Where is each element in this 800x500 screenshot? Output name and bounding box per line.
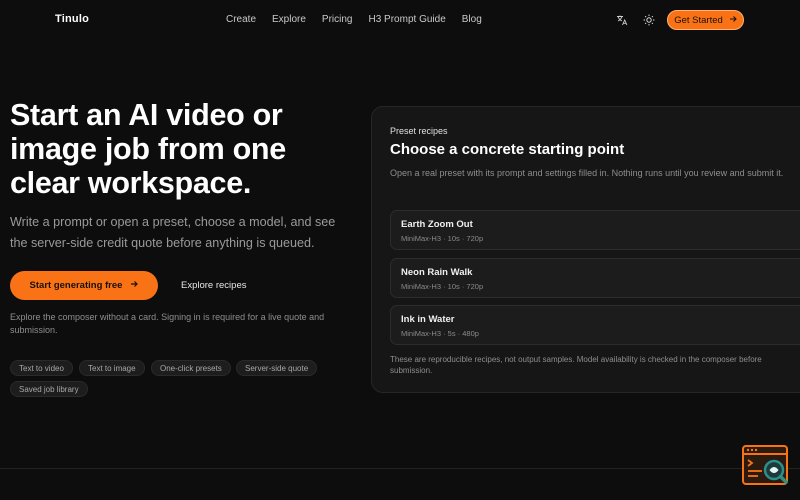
recipe-name: Neon Rain Walk bbox=[401, 267, 473, 278]
hero-note: Explore the composer without a card. Sig… bbox=[10, 312, 325, 335]
nav-blog[interactable]: Blog bbox=[462, 14, 482, 25]
recipe-meta: MiniMax-H3 · 10s · 720p bbox=[401, 234, 484, 243]
hero-subtitle: Write a prompt or open a preset, choose … bbox=[10, 215, 336, 250]
hero-title: Start an AI video or image job from one … bbox=[10, 98, 286, 200]
recipe-meta: MiniMax-H3 · 10s · 720p bbox=[401, 282, 484, 291]
start-generating-label: Start generating free bbox=[29, 280, 123, 291]
recipe-card-earth-zoom-out[interactable]: Earth Zoom Out MiniMax-H3 · 10s · 720p bbox=[390, 210, 800, 250]
recipe-meta: MiniMax-H3 · 5s · 480p bbox=[401, 329, 479, 338]
recipe-card-neon-rain-walk[interactable]: Neon Rain Walk MiniMax-H3 · 10s · 720p bbox=[390, 258, 800, 298]
start-generating-button[interactable]: Start generating free bbox=[10, 271, 158, 300]
top-header: Tinulo Create Explore Pricing H3 Prompt … bbox=[0, 0, 800, 40]
panel-title: Choose a concrete starting point bbox=[390, 141, 625, 158]
tag-saved-job-library: Saved job library bbox=[10, 381, 88, 397]
recipe-name: Earth Zoom Out bbox=[401, 219, 473, 230]
recipe-card-ink-in-water[interactable]: Ink in Water MiniMax-H3 · 5s · 480p bbox=[390, 305, 800, 345]
arrow-right-icon bbox=[130, 280, 139, 291]
tag-text-to-image: Text to image bbox=[79, 360, 145, 376]
panel-description: Open a real preset with its prompt and s… bbox=[390, 168, 784, 178]
nav-pricing[interactable]: Pricing bbox=[322, 14, 353, 25]
explore-recipes-link[interactable]: Explore recipes bbox=[181, 280, 246, 291]
recipe-name: Ink in Water bbox=[401, 314, 455, 325]
translate-icon[interactable] bbox=[615, 13, 629, 27]
code-review-icon[interactable] bbox=[742, 445, 790, 489]
brand-logo[interactable]: Tinulo bbox=[55, 13, 89, 25]
tag-text-to-video: Text to video bbox=[10, 360, 73, 376]
get-started-label: Get Started bbox=[674, 14, 723, 26]
tag-one-click-presets: One-click presets bbox=[151, 360, 231, 376]
panel-eyebrow: Preset recipes bbox=[390, 126, 448, 136]
get-started-button[interactable]: Get Started bbox=[667, 10, 744, 30]
nav-create[interactable]: Create bbox=[226, 14, 256, 25]
panel-footnote: These are reproducible recipes, not outp… bbox=[390, 355, 762, 375]
main-nav: Create Explore Pricing H3 Prompt Guide B… bbox=[226, 14, 482, 25]
section-divider bbox=[0, 468, 800, 469]
nav-explore[interactable]: Explore bbox=[272, 14, 306, 25]
tag-server-side-quote: Server-side quote bbox=[236, 360, 318, 376]
nav-h3-prompt-guide[interactable]: H3 Prompt Guide bbox=[369, 14, 446, 25]
arrow-right-icon bbox=[729, 15, 737, 26]
preset-recipes-panel: Preset recipes Choose a concrete startin… bbox=[371, 106, 800, 393]
sun-icon[interactable] bbox=[642, 13, 656, 27]
